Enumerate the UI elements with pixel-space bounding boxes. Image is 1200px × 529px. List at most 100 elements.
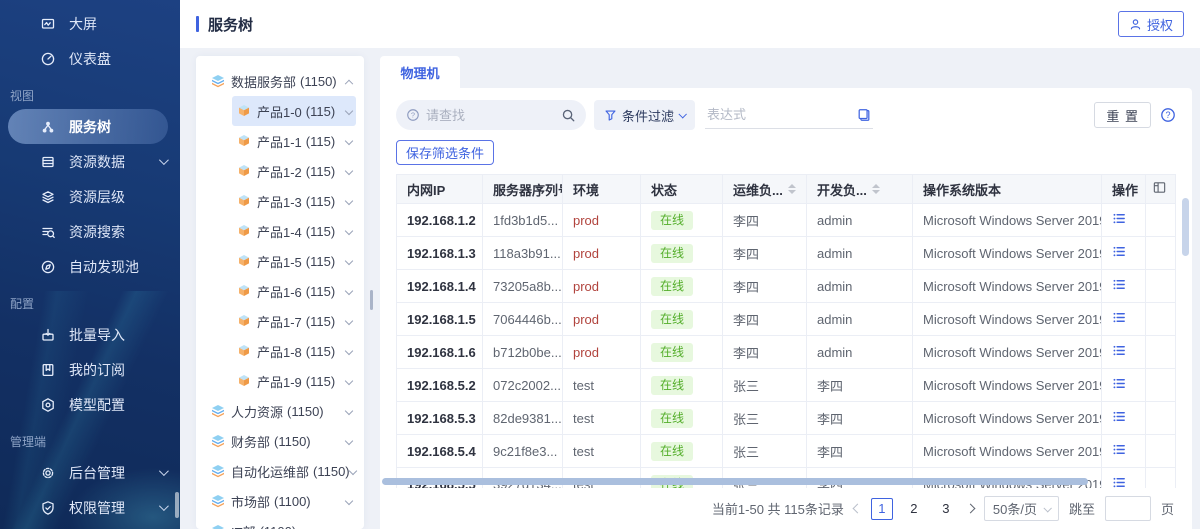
chevron-down-icon — [1043, 504, 1051, 512]
col-header-dev-owner: 开发负... — [807, 175, 913, 204]
tree-node-product[interactable]: 产品1-5 (115) — [232, 246, 356, 276]
service-tree-icon — [40, 119, 56, 135]
table-row: 192.168.1.4 73205a8b... prod 在线 李四 admin… — [397, 270, 1176, 303]
row-actions-button[interactable] — [1102, 402, 1146, 435]
product-cube-icon — [236, 373, 252, 389]
product-cube-icon — [236, 133, 252, 149]
department-layers-icon — [210, 73, 226, 89]
dashboard-icon — [40, 51, 56, 67]
sidebar-item-my-subscription[interactable]: 我的订阅 — [0, 352, 180, 387]
page-button-1[interactable]: 1 — [871, 498, 893, 520]
chevron-down-icon[interactable] — [345, 137, 353, 145]
sidebar-collapse-handle[interactable] — [175, 492, 179, 518]
sidebar-item-resource-level[interactable]: 资源层级 — [0, 179, 180, 214]
tree-node-department[interactable]: IT部 (1100) — [206, 516, 356, 529]
row-actions-button[interactable] — [1102, 369, 1146, 402]
tree-node-department[interactable]: 市场部 (1100) — [206, 486, 356, 516]
chevron-down-icon[interactable] — [345, 437, 353, 445]
department-layers-icon — [210, 493, 226, 509]
product-cube-icon — [236, 103, 252, 119]
sidebar-item-resource-data[interactable]: 资源数据 — [0, 144, 180, 179]
tree-node-product[interactable]: 产品1-4 (115) — [232, 216, 356, 246]
row-actions-button[interactable] — [1102, 204, 1146, 237]
sort-icon[interactable] — [788, 184, 796, 194]
tree-node-product[interactable]: 产品1-8 (115) — [232, 336, 356, 366]
save-filter-button[interactable]: 保存筛选条件 — [396, 140, 494, 165]
tree-node-product[interactable]: 产品1-9 (115) — [232, 366, 356, 396]
chevron-up-icon[interactable] — [345, 80, 353, 88]
chevron-down-icon[interactable] — [345, 287, 353, 295]
main-column: 物理机 ? 条件过滤 重 置 — [380, 56, 1192, 529]
product-cube-icon — [236, 253, 252, 269]
chevron-down-icon[interactable] — [348, 467, 356, 475]
row-actions-button[interactable] — [1102, 303, 1146, 336]
tab-physical-machine[interactable]: 物理机 — [380, 56, 460, 88]
chevron-down-icon[interactable] — [345, 227, 353, 235]
gear-icon — [40, 465, 56, 481]
chevron-down-icon[interactable] — [345, 377, 353, 385]
sidebar-item-service-tree[interactable]: 服务树 — [8, 109, 168, 144]
help-icon[interactable]: ? — [1160, 107, 1176, 123]
reset-button[interactable]: 重 置 — [1094, 102, 1151, 128]
chevron-down-icon[interactable] — [345, 497, 353, 505]
horizontal-scrollbar[interactable] — [382, 478, 1088, 485]
actions-list-icon — [1112, 310, 1127, 325]
page-button-2[interactable]: 2 — [903, 498, 925, 520]
status-badge: 在线 — [651, 211, 693, 230]
chevron-down-icon[interactable] — [345, 107, 353, 115]
chevron-down-icon[interactable] — [345, 197, 353, 205]
expression-input[interactable] — [707, 107, 851, 122]
column-settings-icon[interactable] — [1152, 180, 1167, 195]
question-circle-icon: ? — [406, 108, 420, 122]
chevron-down-icon[interactable] — [345, 317, 353, 325]
tree-node-product[interactable]: 产品1-7 (115) — [232, 306, 356, 336]
chevron-down-icon[interactable] — [345, 257, 353, 265]
tree-node-product[interactable]: 产品1-3 (115) — [232, 186, 356, 216]
sidebar-item-resource-search[interactable]: 资源搜索 — [0, 214, 180, 249]
page-button-3[interactable]: 3 — [935, 498, 957, 520]
jump-page-input[interactable] — [1105, 496, 1151, 521]
sidebar-item-big-screen[interactable]: 大屏 — [0, 6, 180, 41]
next-page-icon[interactable] — [965, 504, 975, 514]
status-badge: 在线 — [651, 244, 693, 263]
prev-page-icon[interactable] — [852, 504, 862, 514]
tree-node-product[interactable]: 产品1-2 (115) — [232, 156, 356, 186]
pagination: 当前1-50 共 115条记录 1 2 3 50条/页 跳至 页 — [396, 488, 1176, 529]
tree-node-product[interactable]: 产品1-1 (115) — [232, 126, 356, 156]
chevron-down-icon[interactable] — [345, 167, 353, 175]
sort-icon[interactable] — [872, 184, 880, 194]
sidebar-item-batch-import[interactable]: 批量导入 — [0, 317, 180, 352]
chevron-down-icon[interactable] — [345, 407, 353, 415]
sidebar-item-auto-discovery[interactable]: 自动发现池 — [0, 249, 180, 284]
row-actions-button[interactable] — [1102, 435, 1146, 468]
sidebar-item-backend-admin[interactable]: 后台管理 — [0, 455, 180, 490]
tree-node-department[interactable]: 自动化运维部 (1150) — [206, 456, 356, 486]
sidebar-item-dashboard[interactable]: 仪表盘 — [0, 41, 180, 76]
authorize-button[interactable]: 授权 — [1118, 11, 1184, 37]
tree-node-department[interactable]: 财务部 (1150) — [206, 426, 356, 456]
row-actions-button[interactable] — [1102, 270, 1146, 303]
condition-filter-button[interactable]: 条件过滤 — [594, 100, 695, 130]
tree-node-product[interactable]: 产品1-6 (115) — [232, 276, 356, 306]
chevron-down-icon[interactable] — [345, 347, 353, 355]
row-actions-button[interactable] — [1102, 237, 1146, 270]
panel-gap — [364, 56, 380, 529]
clipboard-icon[interactable] — [857, 108, 871, 122]
row-actions-button[interactable] — [1102, 336, 1146, 369]
row-actions-button[interactable] — [1102, 468, 1146, 489]
tree-node-department[interactable]: 人力资源 (1150) — [206, 396, 356, 426]
page-size-select[interactable]: 50条/页 — [984, 496, 1059, 521]
tree-node-product[interactable]: 产品1-0 (115) — [232, 96, 356, 126]
actions-list-icon — [1112, 442, 1127, 457]
sidebar-item-permission-admin[interactable]: 权限管理 — [0, 490, 180, 525]
table-row: 192.168.1.3 118a3b91... prod 在线 李四 admin… — [397, 237, 1176, 270]
tree-node-department[interactable]: 数据服务部 (1150) — [206, 66, 356, 96]
sidebar-item-model-config[interactable]: 模型配置 — [0, 387, 180, 422]
vertical-scrollbar[interactable] — [1182, 198, 1189, 256]
tree-resizer-handle[interactable] — [370, 290, 373, 310]
person-icon — [1129, 18, 1142, 31]
title-accent-bar — [196, 16, 199, 32]
search-icon[interactable] — [561, 108, 576, 123]
status-badge: 在线 — [651, 343, 693, 362]
search-input[interactable] — [426, 108, 555, 123]
